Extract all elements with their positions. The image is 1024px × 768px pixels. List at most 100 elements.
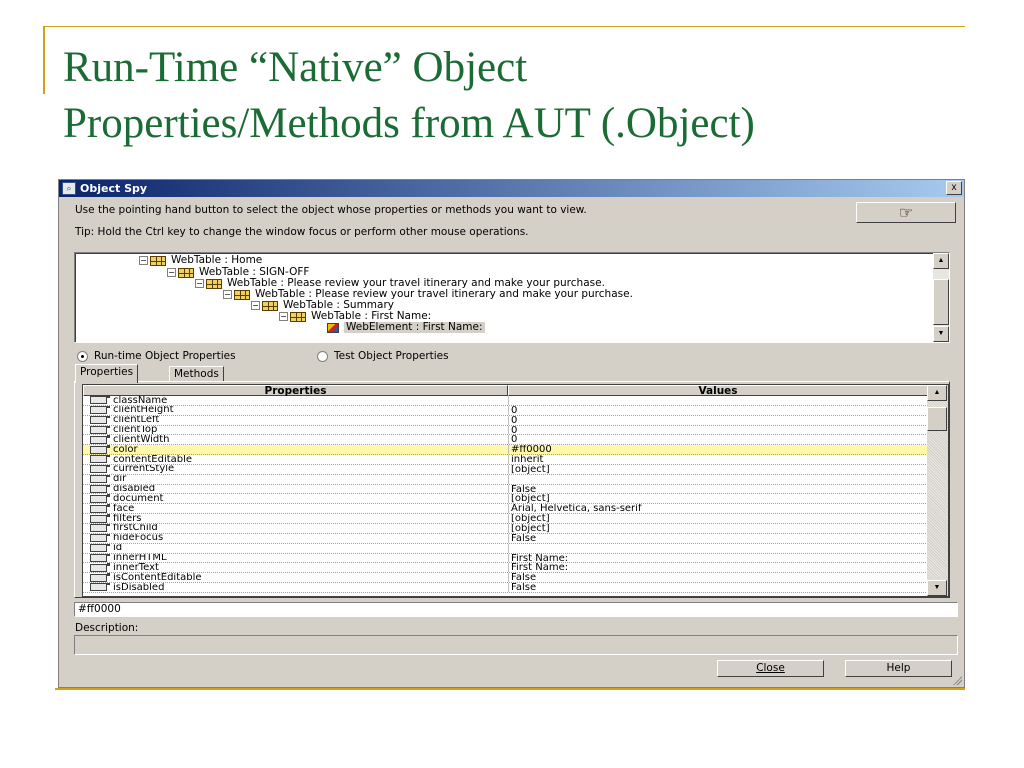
property-value: [object] [508, 494, 928, 504]
property-row[interactable]: currentStyle [object] [83, 464, 928, 475]
property-name-cell: clientHeight [83, 405, 508, 415]
property-value [508, 543, 928, 553]
property-row[interactable]: document [object] [83, 494, 928, 505]
property-name-cell: face [83, 504, 508, 513]
property-value: [object] [508, 523, 928, 533]
scroll-up-button[interactable]: ▲ [927, 385, 947, 401]
property-row[interactable]: className [83, 396, 928, 406]
collapse-icon[interactable]: − [167, 268, 176, 277]
property-icon [90, 425, 110, 434]
property-row[interactable]: clientTop 0 [83, 425, 928, 436]
property-value [508, 474, 928, 484]
collapse-icon[interactable]: − [195, 279, 204, 288]
pointing-hand-button[interactable]: ☞ [856, 202, 956, 223]
property-row[interactable]: firstChild [object] [83, 523, 928, 534]
property-icon [90, 583, 110, 592]
tree-item[interactable]: − WebTable : Home [139, 255, 262, 266]
property-name-cell: className [83, 396, 508, 405]
property-icon [90, 523, 110, 533]
property-name-cell: clientWidth [83, 435, 508, 444]
resize-grip-icon[interactable] [952, 675, 962, 685]
property-row[interactable]: dir [83, 474, 928, 485]
object-spy-icon: ⌕ [62, 182, 76, 195]
property-value: First Name: [508, 563, 928, 573]
property-icon [90, 514, 110, 523]
runtime-properties-label: Run-time Object Properties [94, 350, 236, 362]
collapse-icon[interactable]: − [279, 312, 288, 321]
description-field[interactable] [74, 635, 958, 655]
property-name: filters [113, 514, 142, 523]
property-name-cell: filters [83, 514, 508, 523]
scroll-thumb[interactable] [927, 407, 947, 431]
property-value: False [508, 583, 928, 592]
tab-methods[interactable]: Methods [169, 366, 224, 382]
property-row[interactable]: innerText First Name: [83, 563, 928, 574]
property-name-cell: document [83, 494, 508, 503]
scroll-up-button[interactable]: ▲ [933, 253, 949, 269]
collapse-icon[interactable]: − [139, 256, 148, 265]
property-name: className [113, 396, 168, 405]
runtime-properties-radio[interactable]: Run-time Object Properties [77, 350, 236, 362]
property-name-cell: disabled [83, 484, 508, 493]
grid-vertical-scrollbar[interactable]: ▲ ▼ [927, 385, 948, 596]
tip-text: Tip: Hold the Ctrl key to change the win… [75, 226, 529, 238]
property-row[interactable]: clientWidth 0 [83, 435, 928, 446]
scroll-down-button[interactable]: ▼ [933, 326, 949, 342]
table-icon [290, 311, 306, 322]
window-close-button[interactable]: x [946, 181, 962, 195]
property-row[interactable]: disabled False [83, 484, 928, 495]
property-value: [object] [508, 464, 928, 474]
collapse-icon[interactable]: − [223, 290, 232, 299]
property-row[interactable]: filters [object] [83, 514, 928, 524]
property-name-cell: isDisabled [83, 583, 508, 592]
collapse-icon[interactable]: − [251, 301, 260, 310]
property-name-cell: innerText [83, 563, 508, 572]
window-titlebar[interactable]: ⌕ Object Spy x [59, 180, 964, 197]
property-row[interactable]: contentEditable inherit [83, 455, 928, 465]
property-row[interactable]: innerHTML First Name: [83, 553, 928, 564]
property-name-cell: dir [83, 474, 508, 484]
property-value: 0 [508, 435, 928, 445]
property-row[interactable]: clientHeight 0 [83, 405, 928, 416]
property-value: 0 [508, 415, 928, 425]
selected-value-field[interactable]: #ff0000 [74, 602, 958, 617]
tree-item-selected[interactable]: WebElement : First Name: [327, 322, 485, 333]
properties-column-header[interactable]: Properties [83, 385, 508, 396]
description-label: Description: [75, 622, 139, 634]
radio-unchecked-icon[interactable] [317, 350, 328, 362]
property-icon [90, 494, 110, 503]
window-title: Object Spy [80, 182, 148, 195]
property-row[interactable]: isDisabled False [83, 583, 928, 593]
property-row[interactable]: color #ff0000 [83, 445, 928, 456]
close-button[interactable]: Close [717, 660, 824, 677]
help-button[interactable]: Help [845, 660, 952, 677]
scroll-thumb[interactable] [933, 279, 949, 325]
test-properties-radio[interactable]: Test Object Properties [317, 350, 449, 362]
properties-grid[interactable]: Properties Values className clientHeight 0… [82, 384, 949, 597]
table-icon [178, 267, 194, 278]
property-icon [90, 573, 110, 582]
left-accent-rule [43, 26, 45, 94]
object-hierarchy-tree[interactable]: − WebTable : Home − WebTable : SIGN-OFF … [74, 252, 950, 343]
tree-vertical-scrollbar[interactable]: ▲ ▼ [933, 253, 949, 342]
property-row[interactable]: hideFocus False [83, 533, 928, 544]
tab-properties[interactable]: Properties [75, 364, 139, 383]
property-icon [90, 415, 110, 425]
property-icon [90, 455, 110, 464]
property-value: #ff0000 [508, 445, 928, 455]
property-name: isDisabled [113, 583, 165, 592]
property-row[interactable]: id [83, 543, 928, 554]
property-icon [90, 543, 110, 553]
property-row[interactable]: clientLeft 0 [83, 415, 928, 426]
property-name: clientWidth [113, 435, 170, 445]
object-spy-window: ⌕ Object Spy x Use the pointing hand but… [58, 179, 965, 688]
instruction-text: Use the pointing hand button to select t… [75, 204, 587, 216]
property-icon [90, 533, 110, 543]
property-row[interactable]: face Arial, Helvetica, sans-serif [83, 504, 928, 515]
property-name: clientLeft [113, 415, 160, 425]
scroll-down-button[interactable]: ▼ [927, 580, 947, 596]
radio-checked-icon[interactable] [77, 350, 88, 362]
values-column-header[interactable]: Values [508, 385, 928, 396]
property-row[interactable]: isContentEditable False [83, 573, 928, 584]
property-name-cell: contentEditable [83, 455, 508, 464]
